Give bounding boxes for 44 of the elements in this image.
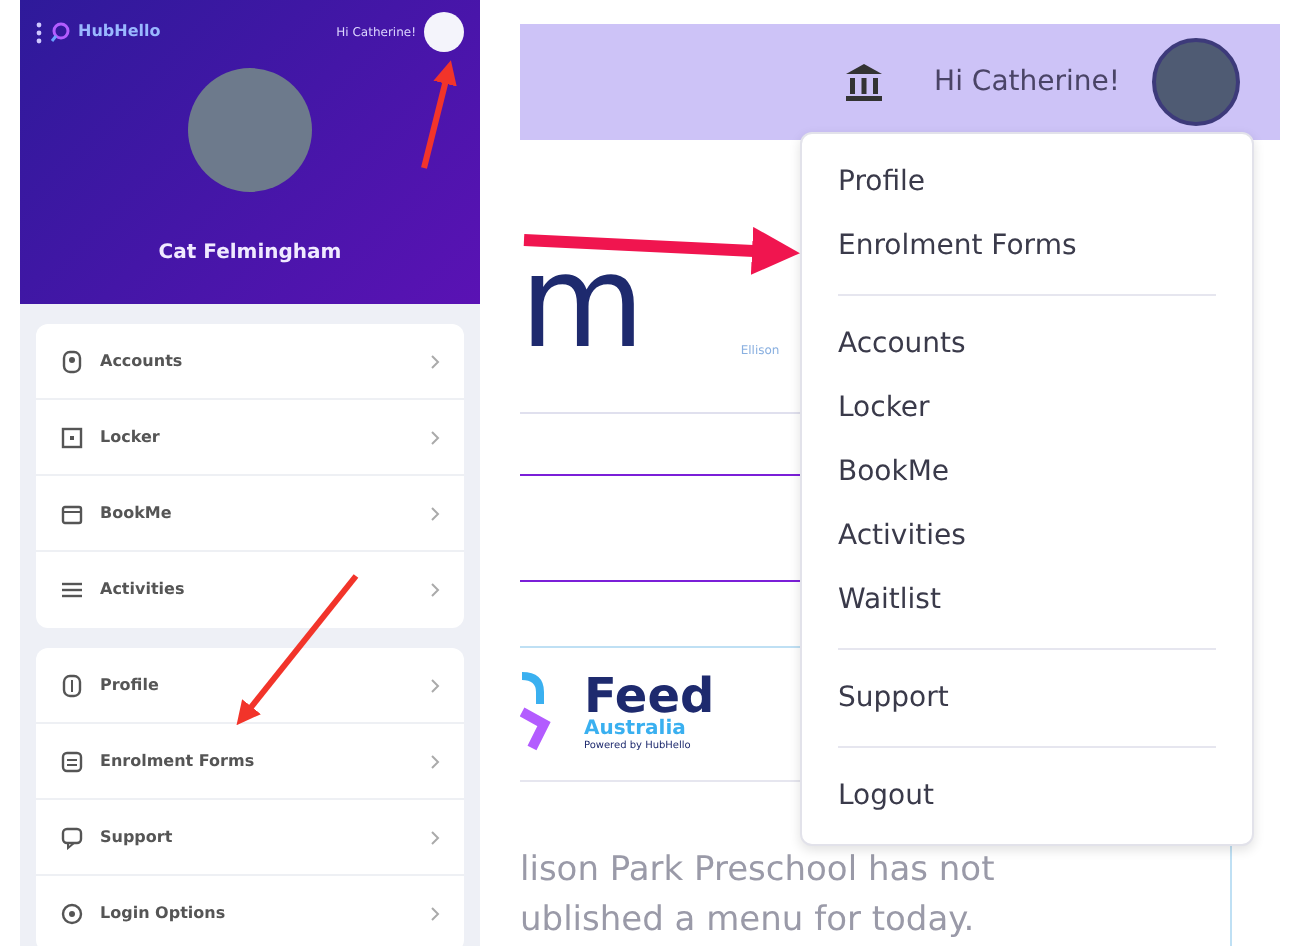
- logo-title: Feed: [584, 672, 715, 721]
- avatar[interactable]: [1152, 38, 1240, 126]
- logo-icon: [50, 22, 70, 42]
- menu-item[interactable]: Profile: [36, 648, 464, 724]
- annotation-arrow: [421, 60, 457, 169]
- chevron-right-icon: [430, 677, 440, 693]
- chevron-right-icon: [430, 505, 440, 521]
- dropdown-item[interactable]: Waitlist: [838, 584, 941, 616]
- dropdown-item[interactable]: Logout: [838, 780, 934, 812]
- chevron-right-icon: [430, 829, 440, 845]
- bank-icon[interactable]: [842, 60, 887, 104]
- chevron-right-icon: [430, 582, 440, 598]
- list-icon: [60, 578, 84, 602]
- heading-text: m: [520, 240, 645, 368]
- dropdown-item[interactable]: Profile: [838, 166, 926, 198]
- chevron-right-icon: [430, 906, 440, 922]
- menu-item[interactable]: Login Options: [36, 876, 464, 946]
- menu-icon[interactable]: [36, 21, 42, 43]
- dropdown-item[interactable]: BookMe: [838, 456, 950, 488]
- logo-subtitle: Australia: [584, 720, 686, 741]
- user-name: Cat Felmingham: [158, 242, 342, 264]
- menu-item[interactable]: BookMe: [36, 476, 464, 552]
- chat-icon: [60, 825, 84, 849]
- dropdown-item[interactable]: Locker: [838, 392, 930, 424]
- chevron-right-icon: [430, 753, 440, 769]
- menu-item[interactable]: Accounts: [36, 324, 464, 400]
- menu-item[interactable]: Enrolment Forms: [36, 724, 464, 800]
- calendar-icon: [60, 501, 84, 525]
- feed-logo-icon: [520, 672, 552, 756]
- dropdown-item[interactable]: Enrolment Forms: [838, 230, 1077, 262]
- dropdown-item[interactable]: Support: [838, 682, 949, 714]
- chevron-right-icon: [430, 353, 440, 369]
- dropdown-item[interactable]: Activities: [838, 520, 966, 552]
- greeting: Hi Catherine!: [934, 63, 1120, 101]
- chevron-right-icon: [430, 429, 440, 445]
- avatar[interactable]: [424, 12, 464, 52]
- dropdown-item[interactable]: Accounts: [838, 328, 966, 360]
- menu-item[interactable]: Activities: [36, 552, 464, 628]
- menu-item[interactable]: Locker: [36, 400, 464, 476]
- form-icon: [60, 749, 84, 773]
- locker-icon: [60, 425, 84, 449]
- menu-item[interactable]: Support: [36, 800, 464, 876]
- menu-message: lison Park Preschool has not ublished a menu for today.: [520, 848, 997, 944]
- brand-name: HubHello: [78, 20, 161, 44]
